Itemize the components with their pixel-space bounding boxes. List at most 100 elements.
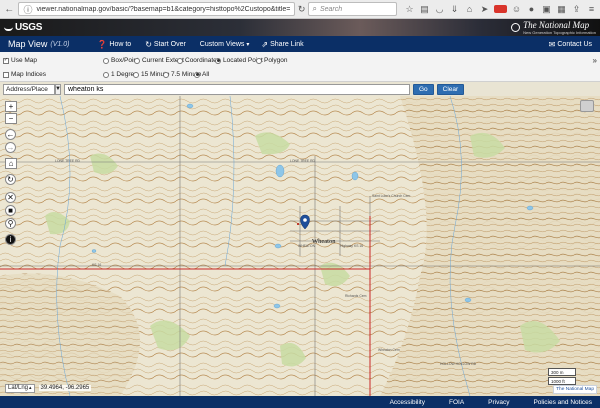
send-icon[interactable]: ➤ [479, 4, 490, 15]
road-label: HOLLOW HOLLOW RD [440, 362, 477, 366]
cemetery-label: Saint Luke's Church Cem [372, 194, 411, 198]
polygon-label: Polygon [264, 57, 288, 64]
page-title: Map View [8, 39, 48, 49]
go-button[interactable]: Go [413, 83, 434, 95]
square-icon[interactable]: ■ [5, 205, 16, 216]
download-icon[interactable]: ⇓ [449, 4, 460, 15]
radio-polygon[interactable]: Polygon [256, 57, 288, 64]
radio-icon [103, 57, 109, 64]
app-version: (V1.0) [50, 40, 70, 48]
info-icon[interactable]: i [5, 234, 16, 245]
start-over-label: Start Over [153, 40, 186, 48]
collapse-panel-icon[interactable]: » [593, 56, 597, 65]
road-label: LONE TREE RD [290, 159, 315, 163]
checkbox-icon [3, 71, 9, 78]
refresh-icon: ↻ [145, 39, 152, 49]
search-type-value: Address/Place [6, 85, 48, 93]
scale-bar-meters: 300 m [548, 368, 576, 376]
url-text: viewer.nationalmap.gov/basic/?basemap=b1… [36, 5, 291, 13]
question-icon: ❓ [97, 39, 108, 49]
search-row: Address/Place ▼ Go Clear [0, 82, 600, 96]
menu-icon[interactable]: ≡ [586, 4, 597, 15]
use-map-checkbox[interactable]: ✓ Use Map [3, 57, 37, 64]
footer: Accessibility FOIA Privacy Policies and … [0, 396, 600, 408]
accessibility-link[interactable]: Accessibility [390, 399, 425, 406]
coordinate-mode-select[interactable]: Lat/Lng ▴ [5, 383, 35, 393]
radio-icon [256, 57, 262, 64]
adblock-badge-icon[interactable] [494, 5, 507, 13]
star-icon[interactable]: ☆ [404, 4, 415, 15]
coordinate-readout: Lat/Lng ▴ 39.4964, -96.2965 [5, 383, 92, 393]
back-arrow-icon[interactable]: ← [5, 129, 16, 140]
trash-icon[interactable]: ✕ [5, 192, 16, 203]
browser-search-box[interactable]: ⌕ Search [308, 2, 397, 16]
extension-icon[interactable]: ☺ [511, 4, 522, 15]
foia-link[interactable]: FOIA [449, 399, 464, 406]
usgs-text: USGS [15, 22, 43, 33]
radio-all[interactable]: All [194, 71, 209, 78]
policies-link[interactable]: Policies and Notices [533, 399, 592, 406]
share-link[interactable]: ⇗ Share Link [261, 40, 303, 49]
usgs-logo[interactable]: USGS [4, 22, 42, 33]
radio-icon [103, 71, 109, 78]
pocket-icon[interactable]: ◡ [434, 4, 445, 15]
zoom-in-button[interactable]: + [5, 101, 17, 112]
coordinate-value: 39.4964, -96.2965 [38, 385, 92, 391]
coordinate-mode-label: Lat/Lng [8, 385, 29, 391]
national-map-subtitle: New Generation Topographic Information [523, 30, 596, 35]
zoom-out-button[interactable]: − [5, 113, 17, 124]
topo-map[interactable]: LONE TREE RD LONE TREE RD KS 16 Saint Lu… [0, 96, 600, 396]
map-indices-label: Map Indices [11, 71, 47, 78]
national-map-emblem-icon [511, 23, 521, 32]
forward-arrow-icon[interactable]: → [5, 142, 16, 153]
map-indices-checkbox[interactable]: Map Indices [3, 71, 46, 78]
how-to-link[interactable]: ❓ How to [97, 40, 131, 49]
refresh-icon[interactable]: ↻ [5, 174, 16, 185]
info-icon: ⓘ [23, 4, 33, 15]
share-icon[interactable]: ⇪ [571, 4, 582, 15]
radio-icon [163, 71, 169, 78]
bookmark-icon[interactable]: ▦ [556, 4, 567, 15]
chevron-down-icon[interactable]: ▼ [55, 83, 61, 95]
cookie-icon[interactable]: ● [526, 4, 537, 15]
custom-views-dropdown[interactable]: Custom Views ▾ [200, 41, 250, 48]
layers-icon[interactable] [580, 100, 594, 112]
locate-pin-icon[interactable]: ⚲ [5, 218, 16, 229]
search-icon: ⌕ [312, 4, 317, 13]
envelope-icon: ✉ [548, 39, 556, 49]
place-search-input[interactable] [64, 83, 410, 95]
home-icon[interactable]: ⌂ [5, 158, 17, 169]
radio-coordinates[interactable]: Coordinates [177, 57, 220, 64]
browser-search-placeholder: Search [319, 5, 343, 13]
ext2-icon[interactable]: ▣ [541, 4, 552, 15]
share-link-label: Share Link [270, 40, 304, 48]
privacy-link[interactable]: Privacy [488, 399, 509, 406]
radio-selected-icon [215, 57, 221, 64]
browser-toolbar-icons: ☆ ▤ ◡ ⇓ ⌂ ➤ ☺ ● ▣ ▦ ⇪ ≡ [404, 4, 597, 15]
road-label: LONE TREE RD [55, 159, 80, 163]
all-label: All [202, 71, 210, 78]
address-bar[interactable]: ⓘ viewer.nationalmap.gov/basic/?basemap=… [18, 2, 295, 16]
usgs-banner: USGS The National Map New Generation Top… [0, 19, 600, 36]
use-map-label: Use Map [11, 57, 38, 64]
contact-us-link[interactable]: ✉ Contact Us [549, 40, 592, 49]
search-type-select[interactable]: Address/Place [3, 83, 55, 95]
custom-views-label: Custom Views [199, 40, 245, 48]
reload-icon[interactable]: ↻ [298, 4, 306, 15]
clear-button[interactable]: Clear [436, 83, 465, 95]
scale-bar-feet: 1000 ft [548, 377, 576, 385]
browser-toolbar: ← ⓘ viewer.nationalmap.gov/basic/?basema… [0, 0, 600, 19]
home-icon[interactable]: ⌂ [464, 4, 475, 15]
options-bar: ✓ Use Map Map Indices Box/Point Current … [0, 52, 600, 82]
national-map-logo[interactable]: The National Map New Generation Topograp… [511, 20, 596, 35]
share-icon: ⇗ [261, 39, 269, 49]
town-label: Wheaton [312, 238, 336, 245]
how-to-label: How to [109, 40, 132, 48]
road-label: Highway KS 16 [340, 244, 364, 248]
radio-selected-icon [194, 71, 200, 78]
start-over-link[interactable]: ↻ Start Over [145, 40, 186, 49]
caret-up-icon: ▴ [29, 385, 32, 391]
back-arrow-icon[interactable]: ← [3, 3, 15, 16]
reader-icon[interactable]: ▤ [419, 4, 430, 15]
map-credit[interactable]: The National Map [553, 385, 597, 394]
